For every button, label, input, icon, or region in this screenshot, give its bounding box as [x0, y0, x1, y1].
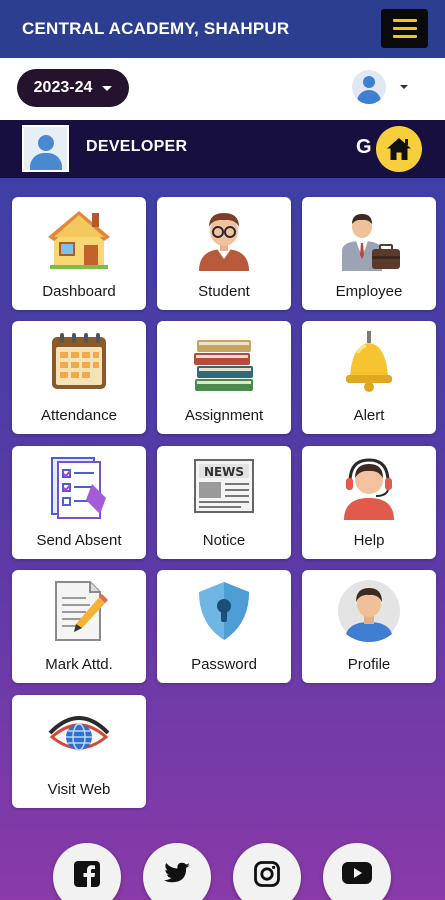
- menu-tile-label: Password: [191, 656, 257, 673]
- user-menu-button[interactable]: [352, 70, 408, 104]
- home-button[interactable]: [376, 126, 422, 172]
- profile-icon: [338, 580, 400, 642]
- twitter-icon: [163, 862, 190, 883]
- menu-tile-dashboard[interactable]: Dashboard: [12, 197, 146, 310]
- menu-tile-mark-attd[interactable]: Mark Attd.: [12, 570, 146, 683]
- menu-tile-student[interactable]: Student: [157, 197, 291, 310]
- menu-tile-label: Help: [353, 532, 385, 549]
- calendar-icon: [52, 333, 106, 389]
- bell-icon: [346, 331, 392, 392]
- home-icon: [387, 138, 411, 160]
- menu-tile-label: Visit Web: [47, 781, 111, 798]
- menu-tile-send-absent[interactable]: Send Absent: [12, 446, 146, 559]
- house-icon: [48, 211, 110, 269]
- shield-lock-icon: [199, 582, 249, 640]
- clipboard-pencil-icon: [55, 581, 108, 641]
- chevron-down-icon: [400, 85, 408, 89]
- avatar: [22, 125, 69, 172]
- session-year-value: 2023-24: [33, 79, 93, 96]
- menu-tile-label: Dashboard: [42, 283, 116, 300]
- session-bar: 2023-24: [0, 58, 445, 120]
- books-icon: [194, 340, 253, 391]
- user-avatar-icon: [352, 70, 386, 104]
- menu-tile-label: Assignment: [184, 407, 264, 424]
- youtube-icon: [342, 862, 372, 884]
- menu-tile-label: Employee: [335, 283, 403, 300]
- menu-line: [392, 19, 417, 22]
- menu-tile-employee[interactable]: Employee: [302, 197, 436, 310]
- hamburger-menu-button[interactable]: [381, 9, 428, 48]
- menu-tile-label: Profile: [347, 656, 391, 673]
- menu-tile-visit-web[interactable]: Visit Web: [12, 695, 146, 808]
- menu-tile-label: Send Absent: [36, 532, 122, 549]
- menu-tile-label: Attendance: [41, 407, 117, 424]
- employee-icon: [342, 214, 400, 271]
- app-header: CENTRAL ACADEMY, SHAHPUR: [0, 0, 445, 58]
- user-name: DEVELOPER: [86, 138, 188, 155]
- menu-tile-label: Notice: [202, 532, 246, 549]
- menu-tile-alert[interactable]: Alert: [302, 321, 436, 434]
- student-icon: [199, 213, 249, 271]
- menu-tile-label: Student: [198, 283, 250, 300]
- menu-line: [392, 35, 417, 38]
- user-info-bar: DEVELOPER G: [0, 120, 445, 178]
- school-title: CENTRAL ACADEMY, SHAHPUR: [22, 19, 290, 38]
- instagram-icon: [254, 861, 280, 887]
- session-year-dropdown[interactable]: 2023-24: [17, 69, 129, 107]
- absent-form-icon: [51, 457, 106, 519]
- menu-tile-assignment[interactable]: Assignment: [157, 321, 291, 434]
- user-initial: G: [356, 136, 372, 158]
- menu-tile-profile[interactable]: Profile: [302, 570, 436, 683]
- svg-text:NEWS: NEWS: [204, 465, 244, 479]
- menu-tile-attendance[interactable]: Attendance: [12, 321, 146, 434]
- menu-tile-label: Mark Attd.: [45, 656, 113, 673]
- newspaper-icon: NEWS: [194, 459, 254, 513]
- menu-tile-password[interactable]: Password: [157, 570, 291, 683]
- menu-tile-label: Alert: [353, 407, 385, 424]
- menu-tile-notice[interactable]: NEWS Notice: [157, 446, 291, 559]
- eye-globe-icon: [48, 716, 110, 751]
- menu-line: [392, 27, 417, 30]
- facebook-icon: [74, 861, 100, 887]
- chevron-down-icon: [102, 85, 113, 91]
- menu-tile-help[interactable]: Help: [302, 446, 436, 559]
- headset-icon: [344, 458, 394, 520]
